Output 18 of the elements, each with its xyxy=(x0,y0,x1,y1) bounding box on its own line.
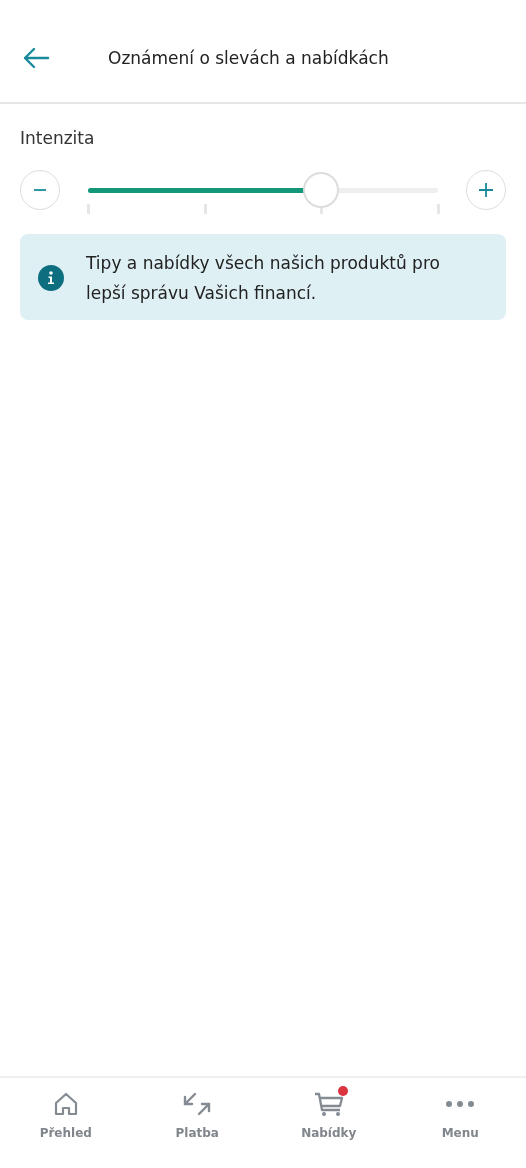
nav-tab[interactable]: Menu xyxy=(394,1090,526,1168)
more-icon xyxy=(445,1100,476,1108)
info-text: Tipy a nabídky všech našich produktů pro lepší správu Vašich financí. xyxy=(86,252,441,305)
back-icon[interactable] xyxy=(22,47,50,69)
minus-icon xyxy=(33,189,47,191)
cart-icon xyxy=(313,1091,344,1117)
intensity-label: Intenzita xyxy=(20,128,96,148)
info-icon xyxy=(38,265,64,291)
page-title: Oznámení o slevách a nabídkách xyxy=(108,48,389,68)
increase-button[interactable] xyxy=(466,170,506,210)
nav-tab[interactable]: Přehled xyxy=(0,1090,132,1168)
nav-tab[interactable]: Platba xyxy=(131,1090,263,1168)
diagonal-arrows-icon xyxy=(183,1092,212,1116)
nav-tab[interactable]: Nabídky xyxy=(263,1090,395,1168)
slider-thumb[interactable] xyxy=(303,172,340,208)
intensity-slider[interactable] xyxy=(88,170,438,216)
plus-icon xyxy=(477,181,495,199)
home-icon xyxy=(52,1092,79,1116)
